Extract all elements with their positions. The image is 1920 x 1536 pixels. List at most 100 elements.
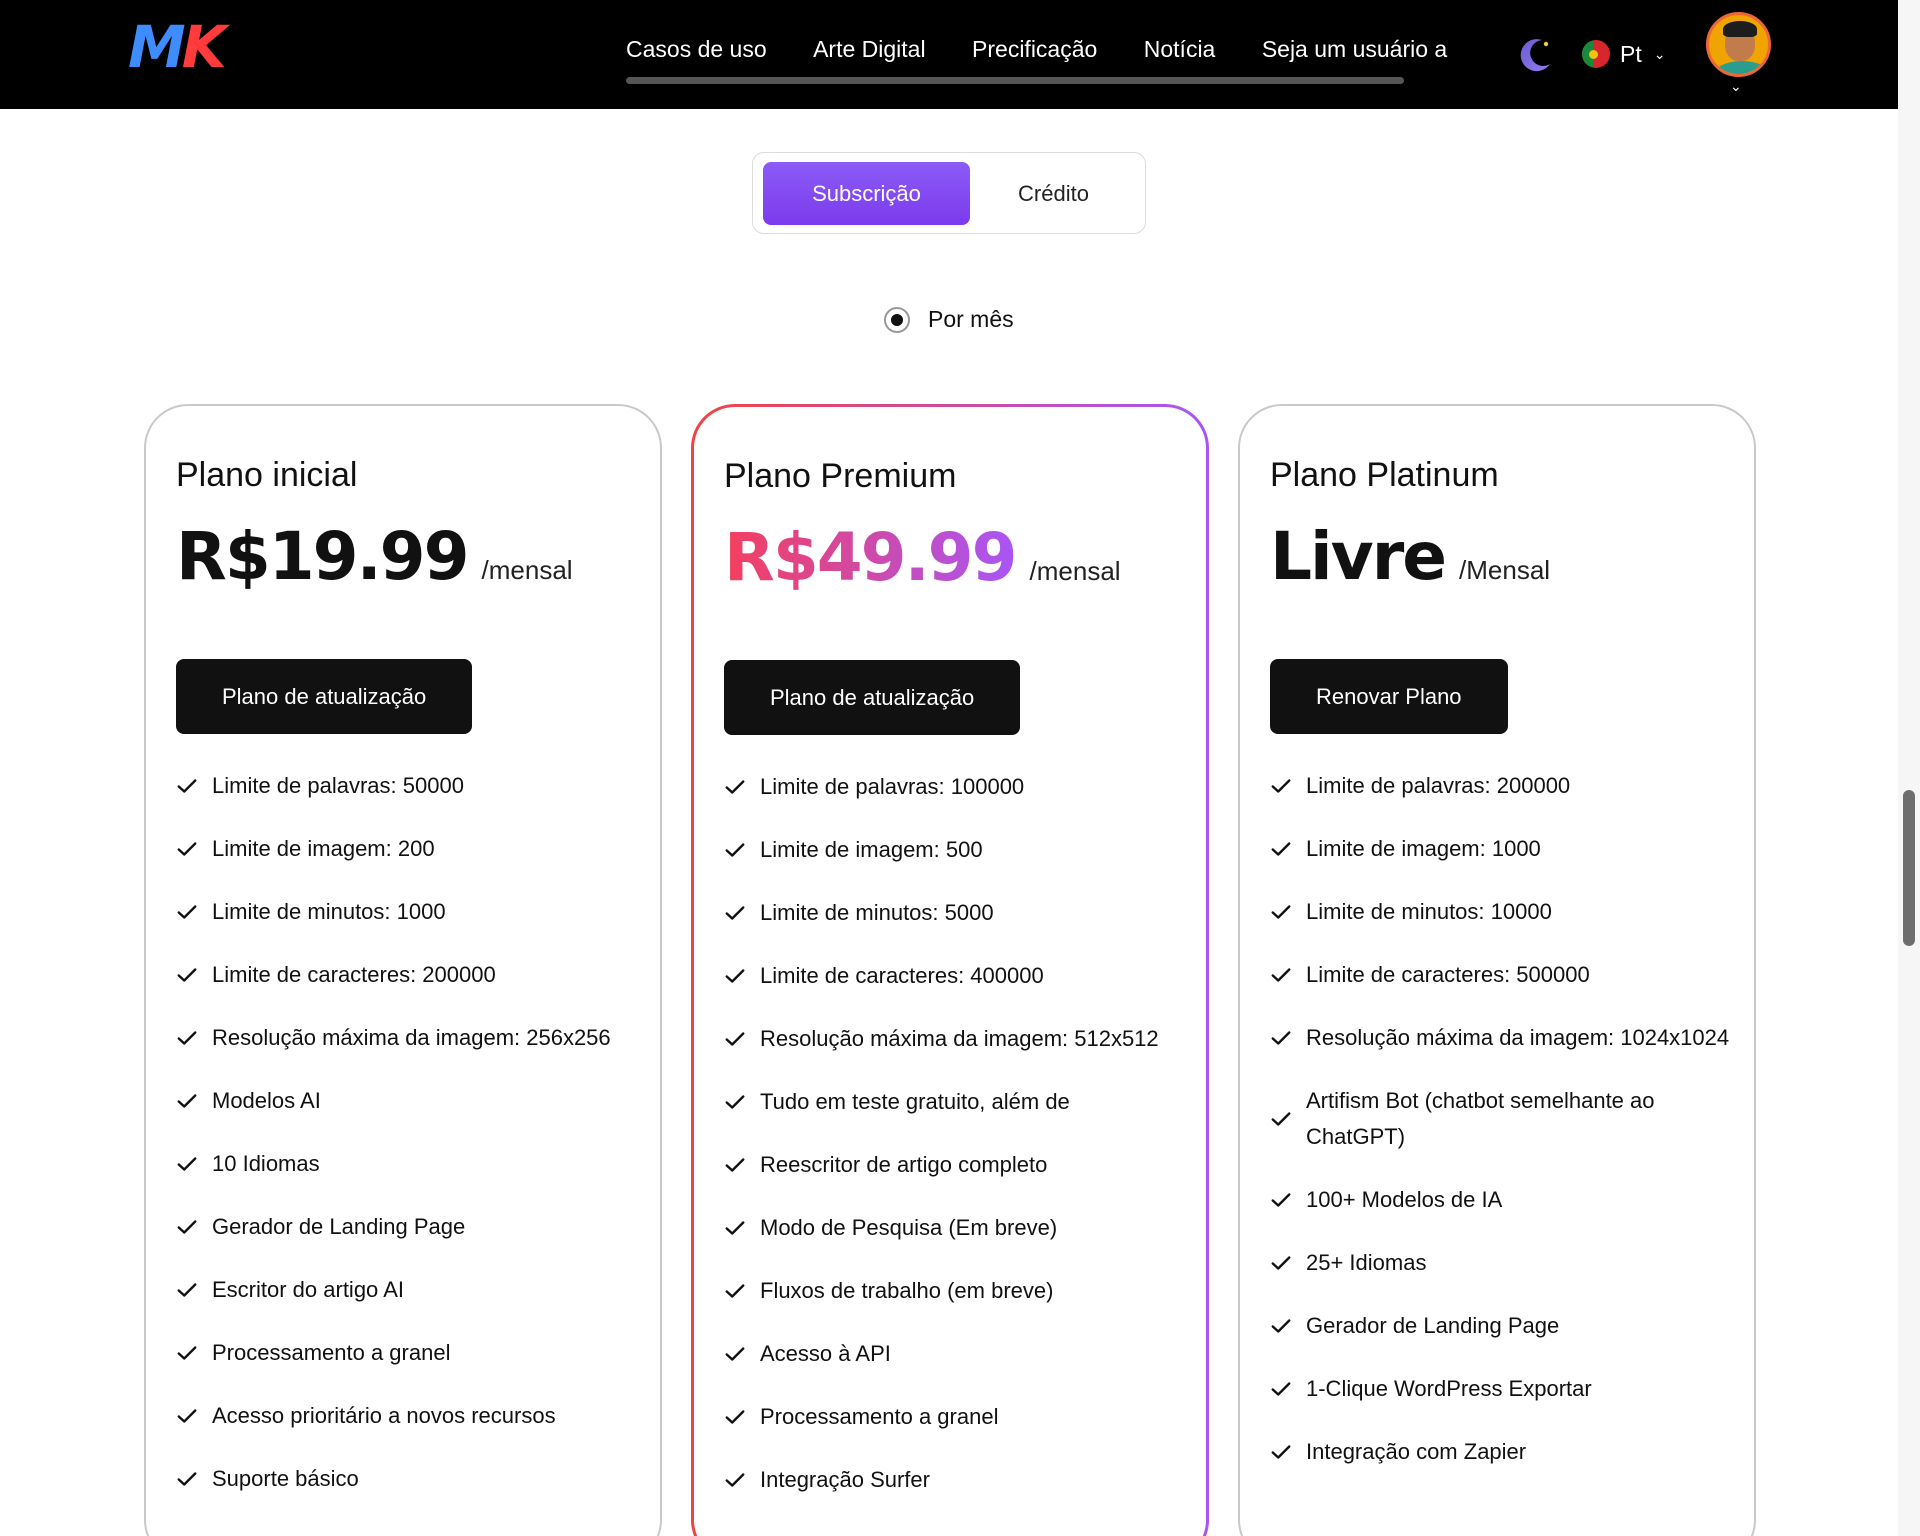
feature-label: Resolução máxima da imagem: 512x512 <box>760 1026 1159 1051</box>
page-scrollbar-track[interactable] <box>1898 0 1920 1536</box>
feature-label: Limite de imagem: 200 <box>212 836 435 861</box>
feature-label: Limite de palavras: 50000 <box>212 773 464 798</box>
feature-item: Limite de minutos: 5000 <box>724 895 1184 931</box>
feature-label: 25+ Idiomas <box>1306 1250 1427 1275</box>
feature-item: Limite de caracteres: 500000 <box>1270 957 1730 993</box>
feature-label: Artifism Bot (chatbot semelhante ao Chat… <box>1306 1088 1655 1149</box>
feature-list: Limite de palavras: 100000 Limite de imag… <box>724 769 1184 1525</box>
feature-item: Limite de caracteres: 200000 <box>176 957 636 993</box>
plan-name: Plano inicial <box>176 456 358 494</box>
check-icon <box>725 1284 745 1298</box>
feature-label: Resolução máxima da imagem: 1024x1024 <box>1306 1025 1730 1050</box>
tab-subscription[interactable]: Subscrição <box>763 162 970 225</box>
nav-scrollbar[interactable] <box>626 77 1404 84</box>
feature-label: Limite de caracteres: 500000 <box>1306 962 1590 987</box>
plan-card-platinum: Plano Platinum Livre /Mensal Renovar Pla… <box>1238 404 1756 1536</box>
check-icon <box>1271 1256 1291 1270</box>
monthly-radio[interactable] <box>884 306 910 333</box>
check-icon <box>177 842 197 856</box>
user-avatar[interactable] <box>1706 12 1771 77</box>
feature-label: Limite de imagem: 1000 <box>1306 836 1541 861</box>
check-icon <box>177 1283 197 1297</box>
feature-item: Processamento a granel <box>724 1399 1184 1435</box>
feature-item: Limite de imagem: 500 <box>724 832 1184 868</box>
check-icon <box>1271 1112 1291 1126</box>
feature-item: Gerador de Landing Page <box>1270 1308 1730 1344</box>
feature-label: Modo de Pesquisa (Em breve) <box>760 1215 1058 1240</box>
language-label: Pt <box>1620 40 1642 67</box>
portugal-flag-icon <box>1582 40 1610 68</box>
feature-item: Resolução máxima da imagem: 512x512 <box>724 1021 1184 1057</box>
feature-item: Artifism Bot (chatbot semelhante ao Chat… <box>1270 1083 1730 1155</box>
feature-label: Limite de imagem: 500 <box>760 837 983 862</box>
feature-label: Fluxos de trabalho (em breve) <box>760 1278 1054 1303</box>
plan-name: Plano Premium <box>724 457 957 495</box>
avatar-chevron-down-icon[interactable]: ⌄ <box>1730 78 1742 95</box>
check-icon <box>725 1221 745 1235</box>
feature-label: Tudo em teste gratuito, além de <box>760 1089 1070 1114</box>
tab-credit[interactable]: Crédito <box>950 162 1157 225</box>
price-period: /mensal <box>481 555 573 585</box>
nav-link-use-cases[interactable]: Casos de uso <box>626 36 767 63</box>
page-scrollbar-thumb[interactable] <box>1903 790 1915 946</box>
feature-item: Limite de caracteres: 400000 <box>724 958 1184 994</box>
feature-label: Limite de minutos: 5000 <box>760 900 994 925</box>
check-icon <box>725 1158 745 1172</box>
check-icon <box>725 780 745 794</box>
plan-type-toggle: Subscrição Crédito <box>752 152 1146 234</box>
nav-link-digital-art[interactable]: Arte Digital <box>813 36 925 63</box>
check-icon <box>725 1473 745 1487</box>
check-icon <box>725 1032 745 1046</box>
feature-item: Escritor do artigo AI <box>176 1272 636 1308</box>
plan-price: R$19.99 /mensal <box>176 518 573 595</box>
chevron-down-icon: ⌄ <box>1653 45 1666 62</box>
feature-label: Processamento a granel <box>212 1340 451 1365</box>
price-period: /Mensal <box>1459 555 1551 585</box>
check-icon <box>177 1346 197 1360</box>
check-icon <box>177 779 197 793</box>
feature-list: Limite de palavras: 50000 Limite de image… <box>176 768 636 1524</box>
check-icon <box>1271 779 1291 793</box>
feature-item: Limite de palavras: 50000 <box>176 768 636 804</box>
nav-link-news[interactable]: Notícia <box>1144 36 1216 63</box>
feature-label: Reescritor de artigo completo <box>760 1152 1048 1177</box>
check-icon <box>1271 968 1291 982</box>
upgrade-plan-button[interactable]: Plano de atualização <box>176 659 473 734</box>
check-icon <box>177 1157 197 1171</box>
plan-name: Plano Platinum <box>1270 456 1499 494</box>
feature-list: Limite de palavras: 200000 Limite de imag… <box>1270 768 1730 1497</box>
feature-item: Fluxos de trabalho (em breve) <box>724 1273 1184 1309</box>
feature-item: Limite de palavras: 200000 <box>1270 768 1730 804</box>
check-icon <box>1271 842 1291 856</box>
feature-label: Limite de minutos: 1000 <box>212 899 446 924</box>
check-icon <box>1271 1031 1291 1045</box>
feature-label: Suporte básico <box>212 1466 359 1491</box>
feature-item: 10 Idiomas <box>176 1146 636 1182</box>
price-amount: R$49.99 <box>724 519 1018 596</box>
mk-logo[interactable]: MK <box>128 18 227 76</box>
check-icon <box>177 905 197 919</box>
nav-link-become-user[interactable]: Seja um usuário a <box>1262 36 1447 63</box>
check-icon <box>1271 1319 1291 1333</box>
moon-icon[interactable] <box>1516 34 1556 74</box>
feature-item: Limite de imagem: 1000 <box>1270 831 1730 867</box>
top-navigation-bar: MK Casos de uso Arte Digital Precificaçã… <box>0 0 1898 109</box>
check-icon <box>725 843 745 857</box>
check-icon <box>1271 1193 1291 1207</box>
feature-label: Limite de palavras: 200000 <box>1306 773 1571 798</box>
feature-label: Gerador de Landing Page <box>1306 1313 1560 1338</box>
upgrade-plan-button[interactable]: Plano de atualização <box>724 660 1021 735</box>
renew-plan-button[interactable]: Renovar Plano <box>1270 659 1508 734</box>
billing-monthly-option[interactable]: Por mês <box>884 306 1014 333</box>
feature-item: Limite de imagem: 200 <box>176 831 636 867</box>
check-icon <box>1271 1382 1291 1396</box>
feature-label: Integração com Zapier <box>1306 1439 1527 1464</box>
check-icon <box>177 1472 197 1486</box>
nav-link-pricing[interactable]: Precificação <box>972 36 1097 63</box>
feature-label: Acesso prioritário a novos recursos <box>212 1403 556 1428</box>
feature-label: 1-Clique WordPress Exportar <box>1306 1376 1592 1401</box>
check-icon <box>177 1031 197 1045</box>
check-icon <box>725 1347 745 1361</box>
language-selector[interactable]: Pt ⌄ <box>1582 40 1665 68</box>
feature-label: Limite de minutos: 10000 <box>1306 899 1552 924</box>
